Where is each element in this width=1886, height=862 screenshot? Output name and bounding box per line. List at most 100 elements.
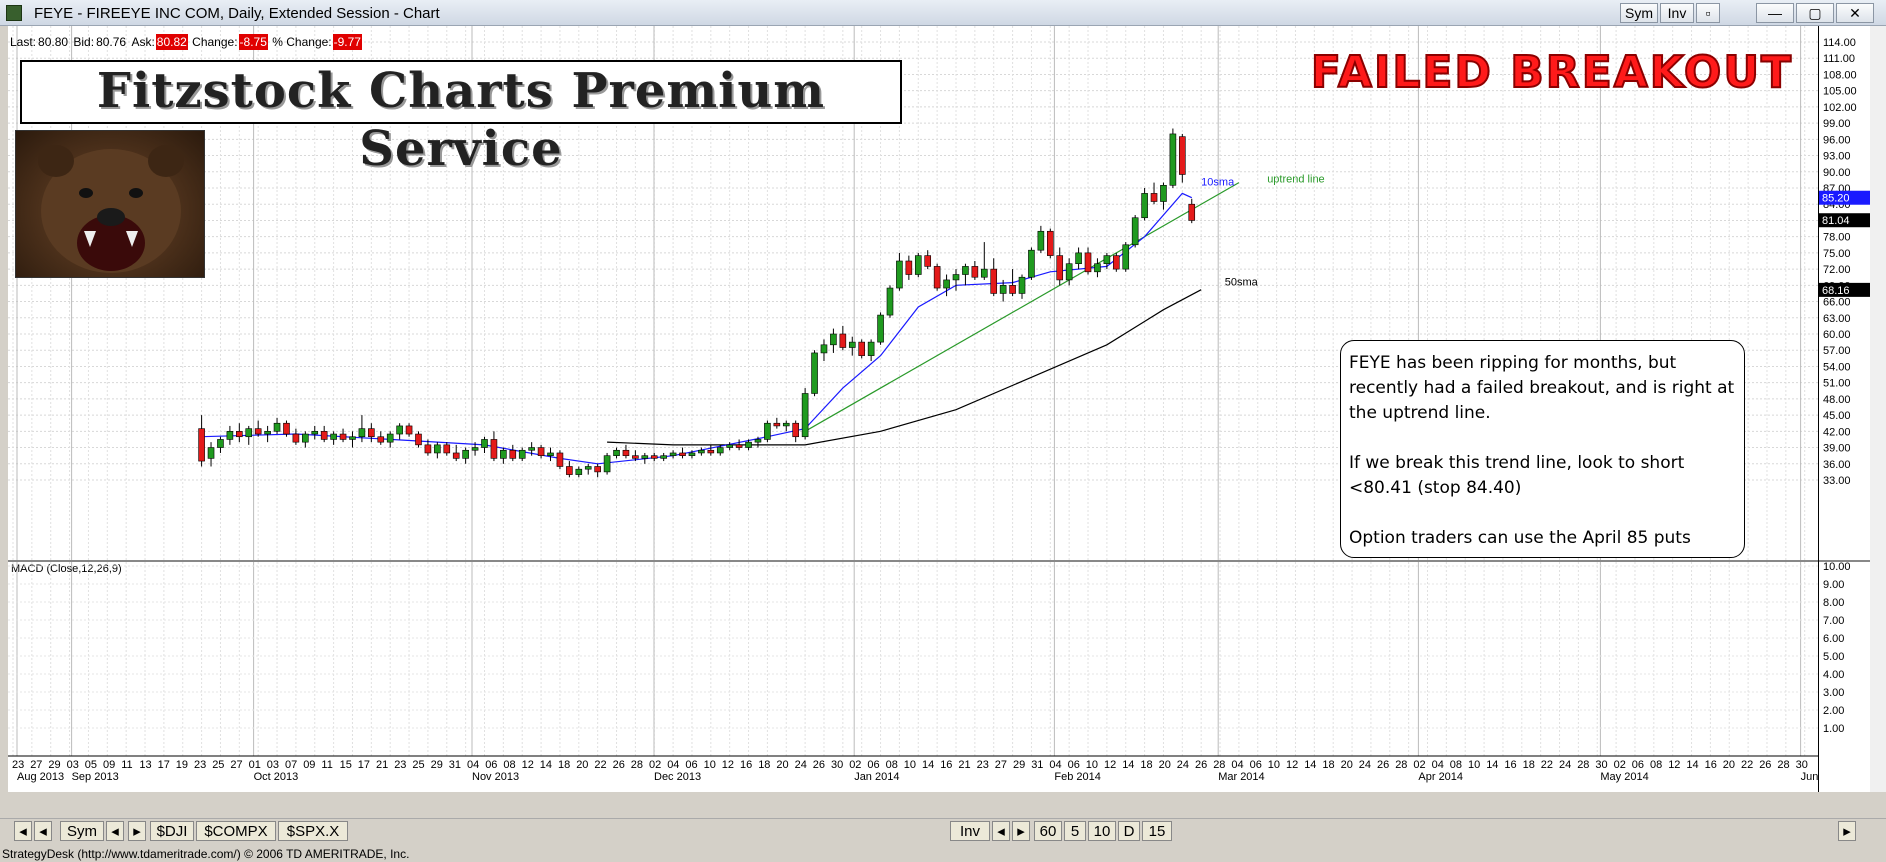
candle — [1131, 215, 1139, 248]
period-60[interactable]: 60 — [1034, 821, 1062, 841]
month-label: Mar 2014 — [1218, 771, 1264, 783]
candle — [679, 447, 686, 459]
window-title: FEYE - FIREEYE INC COM, Daily, Extended … — [34, 5, 440, 22]
month-label: Nov 2013 — [472, 771, 519, 783]
note-line-1: FEYE has been ripping for months, but re… — [1349, 353, 1735, 423]
period-d[interactable]: D — [1118, 821, 1140, 841]
minimize-icon[interactable]: — — [1756, 3, 1794, 23]
candle — [1047, 228, 1054, 259]
candle-body — [594, 466, 601, 473]
page-left-icon[interactable]: ◂ — [34, 821, 52, 841]
candle — [801, 388, 809, 440]
candle-body — [311, 431, 319, 435]
date-tick-label: 18 — [1322, 759, 1334, 771]
candle — [735, 439, 743, 451]
candle-body — [452, 452, 460, 459]
date-tick-label: 06 — [1632, 759, 1644, 771]
date-tick-label: 20 — [576, 759, 588, 771]
service-logo: Fitzstock Charts Premium Service — [20, 60, 902, 177]
price-axis-svg: 114.00 111.00 108.00 105.00 102.00 99.00 96.00… — [1819, 37, 1871, 735]
month-label: Apr 2014 — [1418, 771, 1463, 783]
candle-body — [830, 333, 837, 346]
candle — [971, 261, 979, 280]
date-tick-label: 14 — [1486, 759, 1498, 771]
candle-body — [924, 255, 932, 267]
candle-body — [273, 422, 281, 432]
inv-tab-button[interactable]: Inv — [950, 821, 990, 841]
candle — [839, 325, 847, 351]
scroll-right-icon[interactable]: ▸ — [1838, 821, 1856, 841]
date-tick-label: 23 — [12, 759, 24, 771]
month-label: Sep 2013 — [72, 771, 119, 783]
month-label: Jan 2014 — [854, 771, 899, 783]
price-tick-label: 39.00 — [1823, 443, 1851, 455]
candle-body — [302, 433, 309, 443]
candle — [273, 417, 281, 435]
macd-tick-label: 9.00 — [1823, 579, 1844, 591]
date-tick-label: 20 — [776, 759, 788, 771]
candle-body — [1122, 244, 1130, 270]
ask-value: 80.82 — [155, 34, 188, 50]
date-tick-label: 14 — [540, 759, 552, 771]
date-tick-label: 16 — [1504, 759, 1516, 771]
sym-tab-button[interactable]: Sym — [60, 821, 104, 841]
candle — [650, 452, 658, 462]
candle — [330, 431, 337, 445]
date-tick-label: 18 — [1523, 759, 1535, 771]
candle — [1075, 247, 1082, 270]
candle — [669, 450, 677, 459]
date-tick-label: 24 — [1559, 759, 1571, 771]
tab-spx[interactable]: $SPX.X — [278, 821, 348, 841]
candle — [867, 339, 875, 362]
period-prev-icon[interactable]: ◂ — [992, 821, 1010, 841]
date-tick-label: 17 — [358, 759, 370, 771]
candle — [914, 252, 922, 278]
uptrend-label: uptrend line — [1267, 174, 1325, 186]
price-axis[interactable]: 114.00 111.00 108.00 105.00 102.00 99.00 96.00… — [1818, 26, 1871, 792]
period-5[interactable]: 5 — [1064, 821, 1086, 841]
candle-body — [848, 341, 856, 348]
close-icon[interactable]: ✕ — [1836, 3, 1874, 23]
candle — [575, 466, 583, 478]
candle-body — [566, 466, 573, 475]
period-10[interactable]: 10 — [1088, 821, 1116, 841]
date-tick-label: 14 — [922, 759, 934, 771]
scroll-left-icon[interactable]: ◂ — [14, 821, 32, 841]
candle-body — [716, 447, 724, 454]
candle — [443, 442, 451, 456]
candle-body — [292, 433, 300, 443]
candle — [226, 425, 234, 445]
date-tick-label: 23 — [977, 759, 989, 771]
tab-compx[interactable]: $COMPX — [196, 821, 276, 841]
maximize-icon[interactable]: ▢ — [1796, 3, 1834, 23]
candle — [858, 339, 866, 359]
date-tick-label: 03 — [267, 759, 279, 771]
sym-next-icon[interactable]: ▸ — [128, 821, 146, 841]
candle-body — [811, 352, 818, 394]
period-next-icon[interactable]: ▸ — [1012, 821, 1030, 841]
date-tick-label: 26 — [1195, 759, 1207, 771]
candle-body — [1131, 217, 1139, 246]
date-tick-label: 07 — [285, 759, 297, 771]
date-tick-label: 10 — [1268, 759, 1280, 771]
sma50-line — [607, 289, 1202, 446]
candle-body — [349, 436, 356, 440]
note-line-2: If we break this trend line, look to sho… — [1349, 453, 1685, 498]
candle — [415, 431, 422, 448]
candle — [1188, 198, 1196, 224]
chart-window: FEYE - FIREEYE INC COM, Daily, Extended … — [0, 0, 1886, 862]
tab-dji[interactable]: $DJI — [150, 821, 194, 841]
sym-button[interactable]: Sym — [1620, 3, 1658, 23]
drawing-tools-strip[interactable] — [1870, 26, 1886, 792]
candle-body — [500, 449, 507, 459]
sym-prev-icon[interactable]: ◂ — [106, 821, 124, 841]
failed-breakout-headline: FAILED BREAKOUT — [1310, 47, 1794, 99]
link-icon[interactable]: ▫ — [1696, 3, 1720, 23]
date-tick-label: 16 — [1705, 759, 1717, 771]
period-15[interactable]: 15 — [1142, 821, 1172, 841]
inv-button[interactable]: Inv — [1660, 3, 1694, 23]
candle — [1094, 258, 1101, 278]
price-tick-label: 51.00 — [1823, 378, 1851, 390]
candle-body — [1065, 263, 1073, 281]
candle-body — [801, 393, 809, 438]
